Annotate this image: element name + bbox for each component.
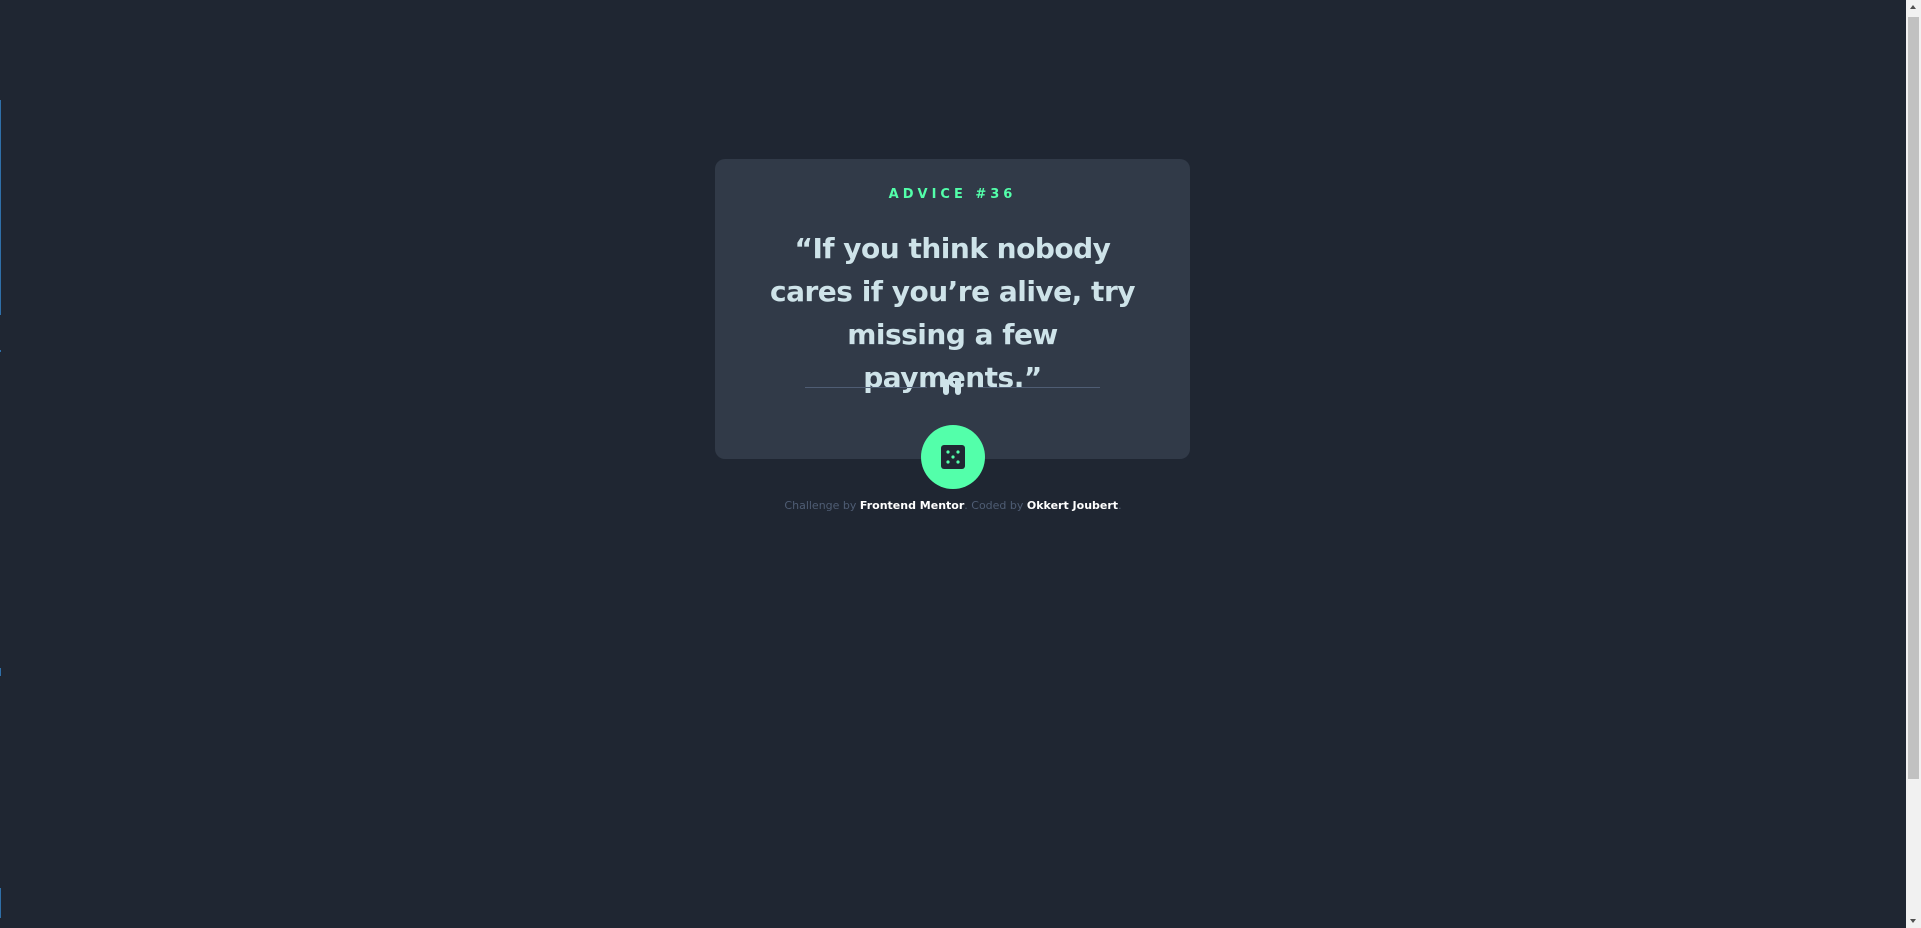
advice-card: ADVICE #36 “If you think nobody cares if…: [715, 159, 1190, 459]
scroll-up-arrow-icon[interactable]: [1906, 0, 1921, 15]
frontend-mentor-link[interactable]: Frontend Mentor: [860, 499, 964, 512]
divider-line-right: [978, 387, 1100, 388]
pattern-divider: [805, 379, 1100, 397]
page: ADVICE #36 “If you think nobody cares if…: [0, 0, 1921, 928]
attribution-middle: . Coded by: [964, 499, 1027, 512]
divider-line-left: [805, 387, 927, 388]
advice-number: ADVICE #36: [888, 187, 1017, 202]
window-edge-marks: [0, 0, 2, 928]
dice-icon: [941, 445, 965, 469]
attribution: Challenge by Frontend Mentor. Coded by O…: [0, 499, 1906, 513]
scrollbar-thumb[interactable]: [1908, 17, 1919, 779]
pause-icon: [942, 379, 963, 397]
advice-quote: “If you think nobody cares if you’re ali…: [770, 232, 1136, 394]
dice-button[interactable]: [921, 425, 985, 489]
scroll-down-arrow-icon[interactable]: [1906, 913, 1921, 928]
author-link[interactable]: Okkert Joubert: [1027, 499, 1118, 512]
attribution-prefix: Challenge by: [784, 499, 860, 512]
attribution-suffix: .: [1118, 499, 1122, 512]
vertical-scrollbar[interactable]: [1906, 0, 1921, 928]
